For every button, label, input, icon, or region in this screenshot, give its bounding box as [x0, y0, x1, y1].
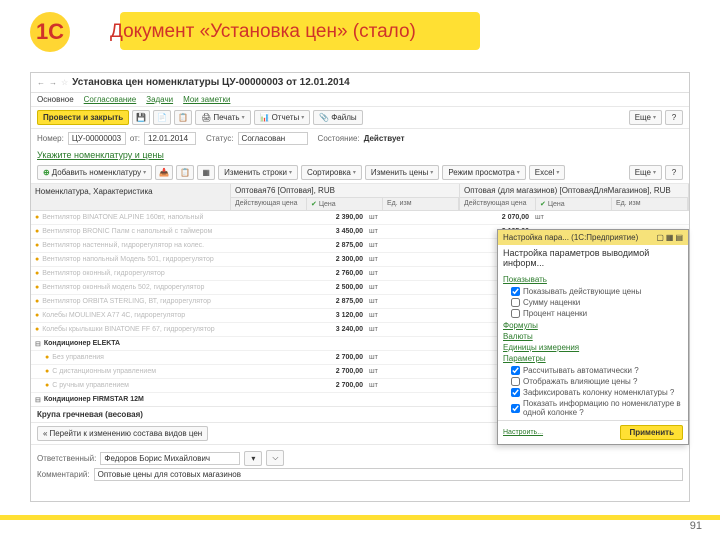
excel-button[interactable]: Excel ▾ [529, 165, 566, 180]
panel-checkbox-item[interactable]: Зафиксировать колонку номенклатуры ? [503, 387, 683, 398]
col-price2[interactable]: ✔ Цена [536, 198, 612, 210]
col-price1[interactable]: ✔ Цена [307, 198, 383, 210]
tab-tasks[interactable]: Задачи [146, 95, 173, 104]
resp-label: Ответственный: [37, 454, 96, 463]
panel-title: Настройка параметров выводимой информ... [498, 245, 688, 271]
num-field[interactable]: ЦУ-00000003 [68, 132, 126, 145]
grid-header: Номенклатура, Характеристика Оптовая76 [… [31, 184, 689, 211]
goto-price-types-button[interactable]: « Перейти к изменению состава видов цен [37, 426, 208, 441]
col-cur-price2[interactable]: Действующая цена [460, 198, 536, 210]
table-row[interactable]: ● Вентилятор BINATONE ALPINE 160вт, напо… [31, 211, 689, 225]
panel-group[interactable]: Формулы [503, 321, 683, 330]
col-group1: Оптовая76 [Оптовая], RUB [231, 184, 459, 198]
unpost-icon[interactable]: 📋 [174, 110, 192, 125]
slide-title: Документ «Установка цен» (стало) [110, 21, 416, 43]
help-icon[interactable]: ? [665, 110, 683, 125]
date-label: от: [130, 134, 140, 143]
barcode-icon[interactable]: ▦ [197, 165, 215, 180]
footer-stripe [0, 515, 720, 520]
save-close-button[interactable]: Провести и закрыть [37, 110, 129, 125]
tab-notes[interactable]: Мои заметки [183, 95, 230, 104]
page-number: 91 [690, 520, 702, 532]
state-label: Состояние: [318, 134, 360, 143]
col-cur-price1[interactable]: Действующая цена [231, 198, 307, 210]
state-value: Действует [364, 134, 405, 143]
comment-label: Комментарий: [37, 470, 90, 479]
tab-main[interactable]: Основное [37, 95, 74, 104]
date-field[interactable]: 12.01.2014 [144, 132, 196, 145]
panel-checkbox-item[interactable]: Отображать влияющие цены ? [503, 376, 683, 387]
panel-tool-icon[interactable]: ▦ [666, 233, 674, 242]
col-group2: Оптовая (для магазинов) [ОптоваяДляМагаз… [460, 184, 688, 198]
col-ed1[interactable]: Ед. изм [383, 198, 459, 210]
logo: 1C [30, 8, 90, 56]
panel-checkbox-item[interactable]: Процент наценки [503, 308, 683, 319]
panel-checkbox-item[interactable]: Показывать действующие цены [503, 286, 683, 297]
window-title: Установка цен номенклатуры ЦУ-00000003 о… [72, 77, 350, 88]
forward-icon[interactable]: → [49, 78, 57, 87]
star-icon[interactable]: ☆ [61, 78, 68, 87]
col-nomenclature[interactable]: Номенклатура, Характеристика [31, 184, 231, 210]
reports-button[interactable]: 📊 Отчеты ▾ [254, 110, 311, 125]
more2-button[interactable]: Еще ▾ [629, 165, 662, 180]
tabs: Основное Согласование Задачи Мои заметки [31, 93, 689, 107]
tune-link[interactable]: Настроить... [503, 429, 543, 436]
panel-checkbox-item[interactable]: Показать информацию по номенклатуре в од… [503, 398, 683, 418]
change-prices-button[interactable]: Изменить цены ▾ [365, 165, 439, 180]
back-icon[interactable]: ← [37, 78, 45, 87]
post-icon[interactable]: 📄 [153, 110, 171, 125]
help2-icon[interactable]: ? [665, 165, 683, 180]
col-ed2[interactable]: Ед. изм [612, 198, 688, 210]
view-mode-button[interactable]: Режим просмотра ▾ [442, 165, 525, 180]
add-item-button[interactable]: ⊕ Добавить номенклатуру ▾ [37, 165, 152, 180]
panel-group[interactable]: Показывать [503, 275, 683, 284]
status-label: Статус: [206, 134, 234, 143]
resp-field[interactable]: Федоров Борис Михайлович [100, 452, 240, 465]
status-field[interactable]: Согласован [238, 132, 308, 145]
panel-group[interactable]: Валюты [503, 332, 683, 341]
panel-group[interactable]: Единицы измерения [503, 343, 683, 352]
panel-checkbox-item[interactable]: Сумму наценки [503, 297, 683, 308]
resp-open-icon[interactable]: ▾ [244, 451, 262, 466]
paste-icon[interactable]: 📋 [176, 165, 194, 180]
panel-bar-title: Настройка пара... (1С:Предприятие) [503, 233, 638, 242]
settings-panel: Настройка пара... (1С:Предприятие) ▢ ▦ ▤… [497, 229, 689, 445]
app-window: ← → ☆ Установка цен номенклатуры ЦУ-0000… [30, 72, 690, 502]
apply-button[interactable]: Применить [620, 425, 683, 440]
comment-field[interactable]: Оптовые цены для сотовых магазинов [94, 468, 683, 481]
fill-icon[interactable]: 📥 [155, 165, 173, 180]
panel-doc-icon[interactable]: ▤ [675, 233, 683, 242]
sort-button[interactable]: Сортировка ▾ [301, 165, 362, 180]
section-heading: Укажите номенклатуру и цены [31, 148, 689, 162]
save-icon[interactable]: 💾 [132, 110, 150, 125]
panel-checkbox-item[interactable]: Рассчитывать автоматически ? [503, 365, 683, 376]
files-button[interactable]: 📎 Файлы [313, 110, 362, 125]
resp-select-icon[interactable]: ⌵ [266, 450, 284, 466]
more-button[interactable]: Еще ▾ [629, 110, 662, 125]
panel-group[interactable]: Параметры [503, 354, 683, 363]
panel-min-icon[interactable]: ▢ [656, 233, 664, 242]
footer-item: Крупа гречневая (весовая) [37, 410, 143, 419]
change-rows-button[interactable]: Изменить строки ▾ [218, 165, 298, 180]
print-button[interactable]: 🖨 Печать ▾ [195, 110, 250, 125]
num-label: Номер: [37, 134, 64, 143]
tab-approval[interactable]: Согласование [84, 95, 137, 104]
